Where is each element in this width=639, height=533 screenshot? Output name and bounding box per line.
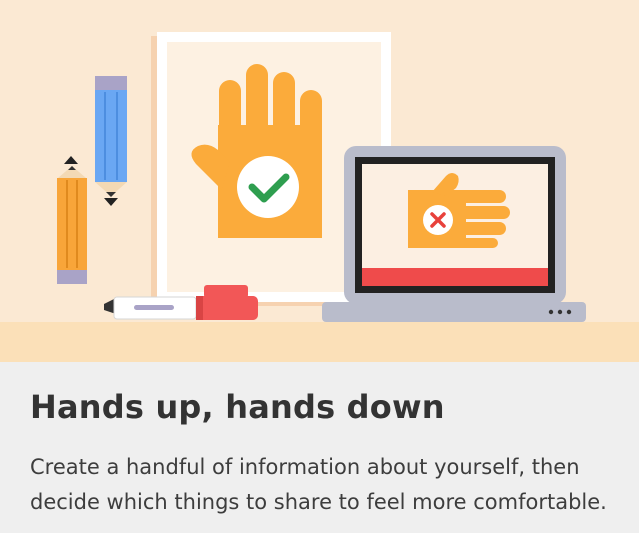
card-title[interactable]: Hands up, hands down [30, 388, 445, 426]
pencil-icon [57, 166, 87, 284]
arrow-down-icon [104, 198, 118, 206]
hero-illustration [0, 0, 639, 362]
laptop-icon [322, 146, 586, 322]
card-description: Create a handful of information about yo… [30, 455, 607, 514]
activity-card[interactable]: Hands up, hands down Create a handful of… [0, 0, 639, 533]
illustration-svg [0, 32, 639, 362]
desk-surface [0, 322, 639, 362]
card-body: Hands up, hands down Create a handful of… [0, 362, 639, 533]
pencil-icon [95, 76, 127, 197]
arrow-up-icon [64, 156, 78, 164]
